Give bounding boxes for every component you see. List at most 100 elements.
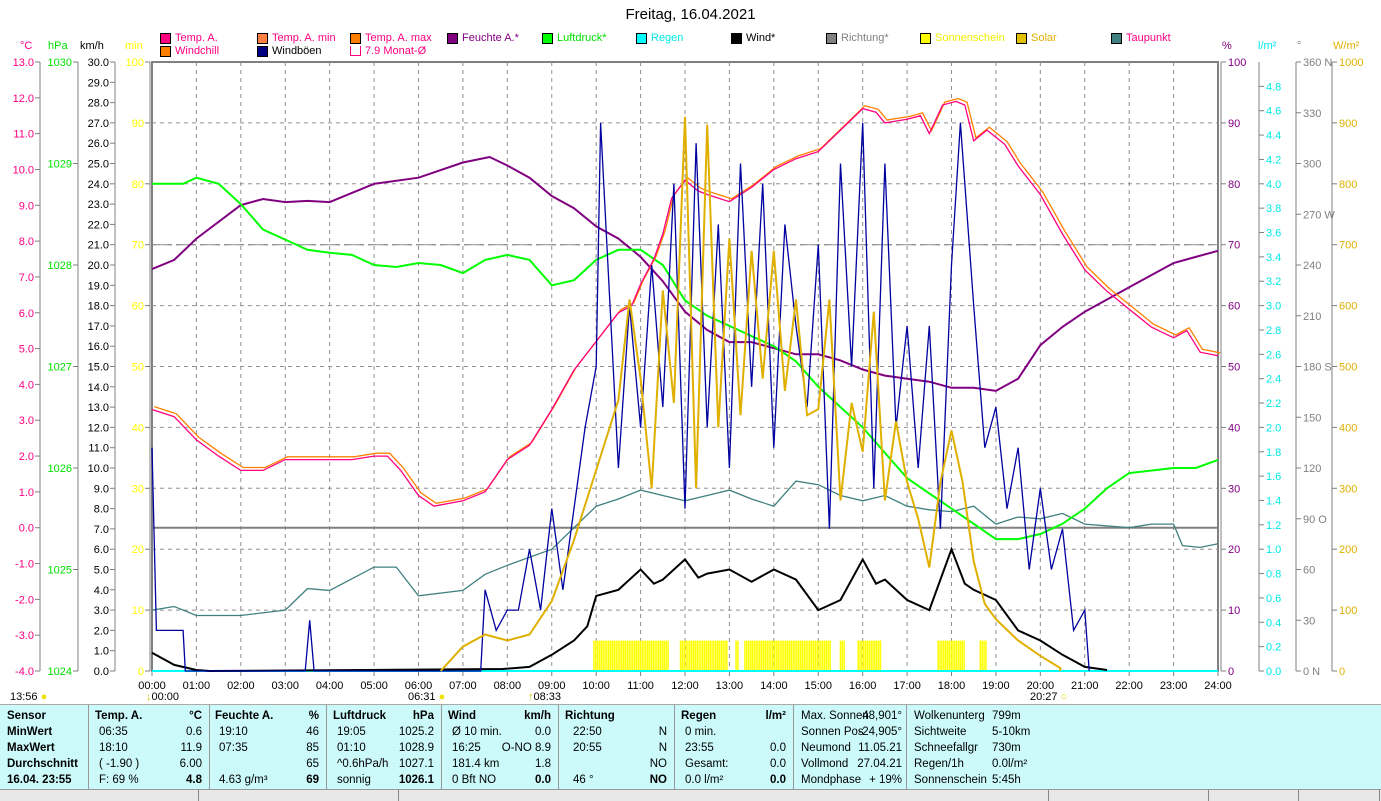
stats-cell-value: 85 <box>306 742 319 754</box>
tick-label-rain: 3.0 <box>1266 301 1281 313</box>
stats-cell-label: 19:10 <box>219 726 248 738</box>
astro-value: + 19% <box>869 774 902 786</box>
stats-cell-label: 01:10 <box>337 742 366 754</box>
stats-column-luftdruck: Luftdruck hPa 19:05 1025.2 01:10 1028.9 ^0.6hP… <box>327 705 442 789</box>
stats-cell-label: Ø 10 min. <box>452 726 502 738</box>
tick-label-min: 0 <box>138 666 144 678</box>
tick-label-press: 1026 <box>48 463 72 475</box>
tick-label-dir: 330 <box>1303 108 1321 120</box>
tick-label-rain: 3.8 <box>1266 203 1281 215</box>
axis-unit-temp: °C <box>20 40 33 52</box>
tick-label-wind: 29.0 <box>88 77 109 89</box>
tick-label-temp: 2.0 <box>19 451 34 463</box>
tick-label-min: 60 <box>132 301 144 313</box>
tick-label-wind: 0.0 <box>94 666 109 678</box>
stats-cell-value: 6.00 <box>179 758 202 770</box>
tick-label-rain: 1.8 <box>1266 447 1281 459</box>
stats-column-title: Temp. A. <box>95 710 143 722</box>
tick-label-rain: 4.2 <box>1266 154 1281 166</box>
tick-label-dir: 210 <box>1303 311 1321 323</box>
stats-cell-label: 06:35 <box>99 726 128 738</box>
stats-cell-value: 1028.9 <box>398 742 434 754</box>
statistics-panel: Sensor MinWert MaxWert Durchschnitt 16.04. 2… <box>0 704 1381 789</box>
stats-column-unit: km/h <box>524 710 551 722</box>
stats-cell-value: 1025.2 <box>398 726 434 738</box>
marker-moonset: ↓00:00 <box>146 691 180 703</box>
x-tick-label: 12:00 <box>671 680 699 692</box>
x-tick-label: 23:00 <box>1159 680 1188 692</box>
stats-cell-value: 0.0 <box>770 742 786 754</box>
tick-label-solar: 1000 <box>1339 57 1363 69</box>
tick-label-rain: 0.8 <box>1266 569 1281 581</box>
stats-column-temp-a-: Temp. A. °C 06:35 0.6 18:10 11.9 ( -1.90 ) 6.00… <box>89 705 210 789</box>
x-tick-label: 18:00 <box>937 680 966 692</box>
tick-label-wind: 19.0 <box>88 280 109 292</box>
x-tick-label: 10:00 <box>582 680 610 692</box>
stats-misc-column: Wolkenunterg 799m Sichtweite 5-10km Schneefa… <box>907 705 1032 789</box>
tick-label-wind: 4.0 <box>94 585 109 597</box>
tick-label-min: 70 <box>132 240 144 252</box>
x-tick-label: 15:00 <box>804 680 833 692</box>
tick-label-press: 1027 <box>48 362 72 374</box>
tick-label-wind: 28.0 <box>88 98 109 110</box>
tick-label-min: 30 <box>132 483 144 495</box>
stats-astro-column: Max. Sonnen 48,901° Sonnen Pos -24,905° Neum… <box>794 705 907 789</box>
tick-label-wind: 13.0 <box>88 402 109 414</box>
tick-label-hum: 0 <box>1228 666 1234 678</box>
stats-cell-label: 07:35 <box>219 742 248 754</box>
tick-label-wind: 5.0 <box>94 565 109 577</box>
tick-label-rain: 4.4 <box>1266 130 1281 142</box>
stats-cell-label: 19:05 <box>337 726 366 738</box>
tick-label-min: 80 <box>132 179 144 191</box>
tick-label-rain: 0.4 <box>1266 617 1281 629</box>
stats-column-regen: Regen l/m² 0 min. 23:55 0.0 Gesamt: 0.0 0.0 l/m… <box>675 705 794 789</box>
tick-label-solar: 200 <box>1339 544 1357 556</box>
status-bar-segment <box>1300 790 1380 801</box>
tick-label-temp: 4.0 <box>19 379 34 391</box>
tick-label-wind: 2.0 <box>94 625 109 637</box>
tick-label-hum: 80 <box>1228 179 1240 191</box>
tick-label-solar: 700 <box>1339 240 1357 252</box>
tick-label-wind: 10.0 <box>88 463 109 475</box>
tick-label-press: 1029 <box>48 159 72 171</box>
stats-cell-label: Gesamt: <box>685 758 729 770</box>
tick-label-solar: 900 <box>1339 118 1357 130</box>
stats-column-title: Luftdruck <box>333 710 387 722</box>
tick-label-temp: 8.0 <box>19 236 34 248</box>
tick-label-dir: 360 N <box>1303 57 1332 69</box>
tick-label-rain: 0.2 <box>1266 642 1281 654</box>
astro-label: Vollmond <box>801 758 849 770</box>
stats-column-unit: l/m² <box>765 710 786 722</box>
axis-unit-min: min <box>125 40 143 52</box>
tick-label-dir: 0 N <box>1303 666 1320 678</box>
tick-label-wind: 23.0 <box>88 199 109 211</box>
tick-label-wind: 20.0 <box>88 260 109 272</box>
stats-cell-value: 46 <box>306 726 319 738</box>
x-tick-label: 02:00 <box>227 680 255 692</box>
tick-label-wind: 15.0 <box>88 362 109 374</box>
status-bar-segment <box>1210 790 1299 801</box>
astro-label: Max. Sonnen <box>801 710 869 722</box>
tick-label-dir: 60 <box>1303 565 1315 577</box>
stats-cell-label: 4.63 g/m³ <box>219 774 268 786</box>
tick-label-rain: 3.6 <box>1266 228 1281 240</box>
axis-unit-solar: W/m² <box>1333 40 1360 52</box>
x-tick-label: 14:00 <box>760 680 788 692</box>
stats-cell-value: NO <box>649 774 667 786</box>
tick-label-min: 50 <box>132 362 144 374</box>
tick-label-wind: 16.0 <box>88 341 109 353</box>
tick-label-temp: 0.0 <box>19 523 34 535</box>
tick-label-hum: 30 <box>1228 483 1240 495</box>
tick-label-temp: 3.0 <box>19 415 34 427</box>
misc-value: 799m <box>992 710 1021 722</box>
tick-label-press: 1028 <box>48 260 72 272</box>
x-tick-label: 08:00 <box>493 680 522 692</box>
stats-cell-value: 11.9 <box>180 742 202 754</box>
tick-label-wind: 1.0 <box>94 646 109 658</box>
stats-column-title: Regen <box>681 710 717 722</box>
tick-label-press: 1030 <box>48 57 72 69</box>
stats-cell-value: N <box>658 742 667 754</box>
stats-row-label: Durchschnitt <box>7 758 78 770</box>
tick-label-rain: 4.6 <box>1266 106 1281 118</box>
astro-label: Mondphase <box>801 774 862 786</box>
